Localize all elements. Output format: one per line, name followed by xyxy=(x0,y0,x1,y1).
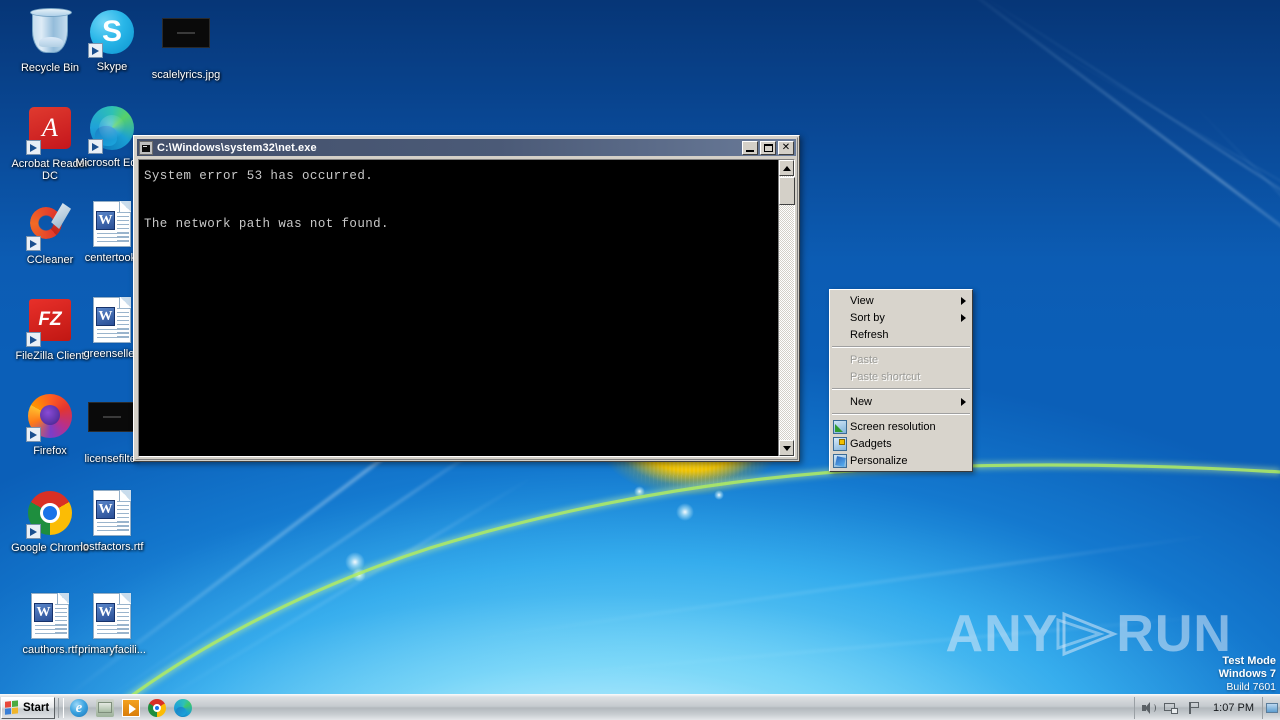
submenu-arrow-icon xyxy=(961,398,966,406)
word-document-icon: W xyxy=(88,490,136,538)
menu-item-label: Screen resolution xyxy=(850,420,936,433)
scroll-up-button[interactable] xyxy=(779,160,794,176)
desktop-icon-label: Skype xyxy=(96,61,128,73)
menu-separator xyxy=(832,346,970,348)
desktop-icon-primaryfacili[interactable]: W primaryfacili... xyxy=(70,592,154,656)
gadgets-icon xyxy=(833,437,847,451)
console-icon xyxy=(139,140,153,155)
window-controls xyxy=(742,140,794,155)
show-desktop-button[interactable] xyxy=(1262,696,1280,719)
shortcut-arrow-icon xyxy=(26,140,41,155)
context-menu-item-personalize[interactable]: Personalize xyxy=(830,452,972,469)
start-button[interactable]: Start xyxy=(1,696,55,719)
shortcut-arrow-icon xyxy=(88,139,103,154)
quick-launch-media-player-icon[interactable] xyxy=(122,698,140,717)
menu-separator xyxy=(832,413,970,415)
taskbar-clock[interactable]: 1:07 PM xyxy=(1209,702,1258,714)
console-window[interactable]: C:\Windows\system32\net.exe System error… xyxy=(133,135,800,462)
submenu-arrow-icon xyxy=(961,297,966,305)
quick-launch-google-chrome-icon[interactable] xyxy=(148,698,166,717)
menu-item-label: Sort by xyxy=(850,311,885,324)
context-menu-item-view[interactable]: View xyxy=(830,292,972,309)
console-vertical-scrollbar[interactable] xyxy=(778,160,795,456)
personalize-icon xyxy=(833,454,847,468)
console-output-text: System error 53 has occurred. The networ… xyxy=(144,169,389,231)
taskbar-separator xyxy=(58,697,64,718)
console-output-area[interactable]: System error 53 has occurred. The networ… xyxy=(138,159,795,457)
desktop-icon-scalelyrics-jpg[interactable]: scalelyrics.jpg xyxy=(144,8,228,81)
windows-logo-icon xyxy=(5,699,20,716)
scroll-down-button[interactable] xyxy=(779,440,794,456)
menu-item-label: Gadgets xyxy=(850,437,892,450)
close-button[interactable] xyxy=(778,140,794,155)
test-mode-watermark: Test Mode Windows 7 Build 7601 xyxy=(1219,655,1276,694)
action-center-flag-icon[interactable] xyxy=(1186,700,1202,716)
menu-item-label: Paste shortcut xyxy=(850,370,921,383)
submenu-arrow-icon xyxy=(961,314,966,322)
desktop-icon-label: scalelyrics.jpg xyxy=(151,69,221,81)
console-window-titlebar[interactable]: C:\Windows\system32\net.exe xyxy=(137,139,796,156)
image-thumbnail-icon xyxy=(88,402,136,450)
screen-resolution-icon xyxy=(833,420,847,434)
quick-launch-internet-explorer-icon[interactable] xyxy=(70,698,88,717)
menu-item-label: Personalize xyxy=(850,454,908,467)
scrollbar-thumb[interactable] xyxy=(779,177,795,205)
menu-item-label: Paste xyxy=(850,353,879,366)
desktop-icon-label: lostfactors.rtf xyxy=(80,541,144,553)
google-chrome-icon xyxy=(26,491,74,539)
firefox-icon xyxy=(26,394,74,442)
desktop-context-menu[interactable]: View Sort by Refresh Paste Paste shortcu… xyxy=(829,289,973,472)
show-desktop-icon xyxy=(1265,702,1278,713)
taskbar[interactable]: Start 1:07 PM xyxy=(0,694,1280,720)
shortcut-arrow-icon xyxy=(26,332,41,347)
context-menu-item-screen-resolution[interactable]: Screen resolution xyxy=(830,418,972,435)
network-icon[interactable] xyxy=(1163,700,1179,716)
quick-launch-windows-explorer-icon[interactable] xyxy=(96,698,114,717)
console-window-title: C:\Windows\system32\net.exe xyxy=(157,141,317,154)
minimize-button[interactable] xyxy=(742,140,758,155)
desktop-icon-skype[interactable]: Skype xyxy=(70,8,154,73)
system-tray: 1:07 PM xyxy=(1134,696,1260,719)
menu-separator xyxy=(832,388,970,390)
word-document-icon: W xyxy=(26,593,74,641)
menu-item-label: View xyxy=(850,294,874,307)
shortcut-arrow-icon xyxy=(26,524,41,539)
shortcut-arrow-icon xyxy=(26,236,41,251)
context-menu-item-paste[interactable]: Paste xyxy=(830,351,972,368)
acrobat-reader-icon xyxy=(26,107,74,155)
context-menu-item-new[interactable]: New xyxy=(830,393,972,410)
desktop-icon-label: primaryfacili... xyxy=(78,644,146,656)
test-mode-line-3: Build 7601 xyxy=(1226,681,1276,693)
volume-icon[interactable] xyxy=(1140,700,1157,716)
test-mode-line-2: Windows 7 xyxy=(1218,668,1276,680)
shortcut-arrow-icon xyxy=(88,43,103,58)
shortcut-arrow-icon xyxy=(26,427,41,442)
start-button-label: Start xyxy=(23,701,50,714)
ccleaner-icon xyxy=(26,203,74,251)
context-menu-item-gadgets[interactable]: Gadgets xyxy=(830,435,972,452)
menu-item-label: Refresh xyxy=(850,328,889,341)
filezilla-icon xyxy=(26,299,74,347)
desktop[interactable]: Recycle Bin Skype scalelyrics.jpg Acroba… xyxy=(0,0,1280,720)
context-menu-item-refresh[interactable]: Refresh xyxy=(830,326,972,343)
word-document-icon: W xyxy=(88,201,136,249)
quick-launch-bar xyxy=(67,698,192,717)
context-menu-item-paste-shortcut[interactable]: Paste shortcut xyxy=(830,368,972,385)
microsoft-edge-icon xyxy=(88,106,136,154)
word-document-icon: W xyxy=(88,593,136,641)
word-document-icon: W xyxy=(88,297,136,345)
desktop-icon-lostfactors-rtf[interactable]: W lostfactors.rtf xyxy=(70,489,154,553)
context-menu-item-sort-by[interactable]: Sort by xyxy=(830,309,972,326)
recycle-bin-icon xyxy=(26,8,74,59)
test-mode-line-1: Test Mode xyxy=(1222,655,1276,667)
quick-launch-microsoft-edge-icon[interactable] xyxy=(174,698,192,717)
skype-icon xyxy=(88,10,136,58)
scrollbar-track[interactable] xyxy=(779,176,794,440)
menu-item-label: New xyxy=(850,395,873,408)
image-thumbnail-icon xyxy=(162,18,210,66)
maximize-button[interactable] xyxy=(760,140,776,155)
